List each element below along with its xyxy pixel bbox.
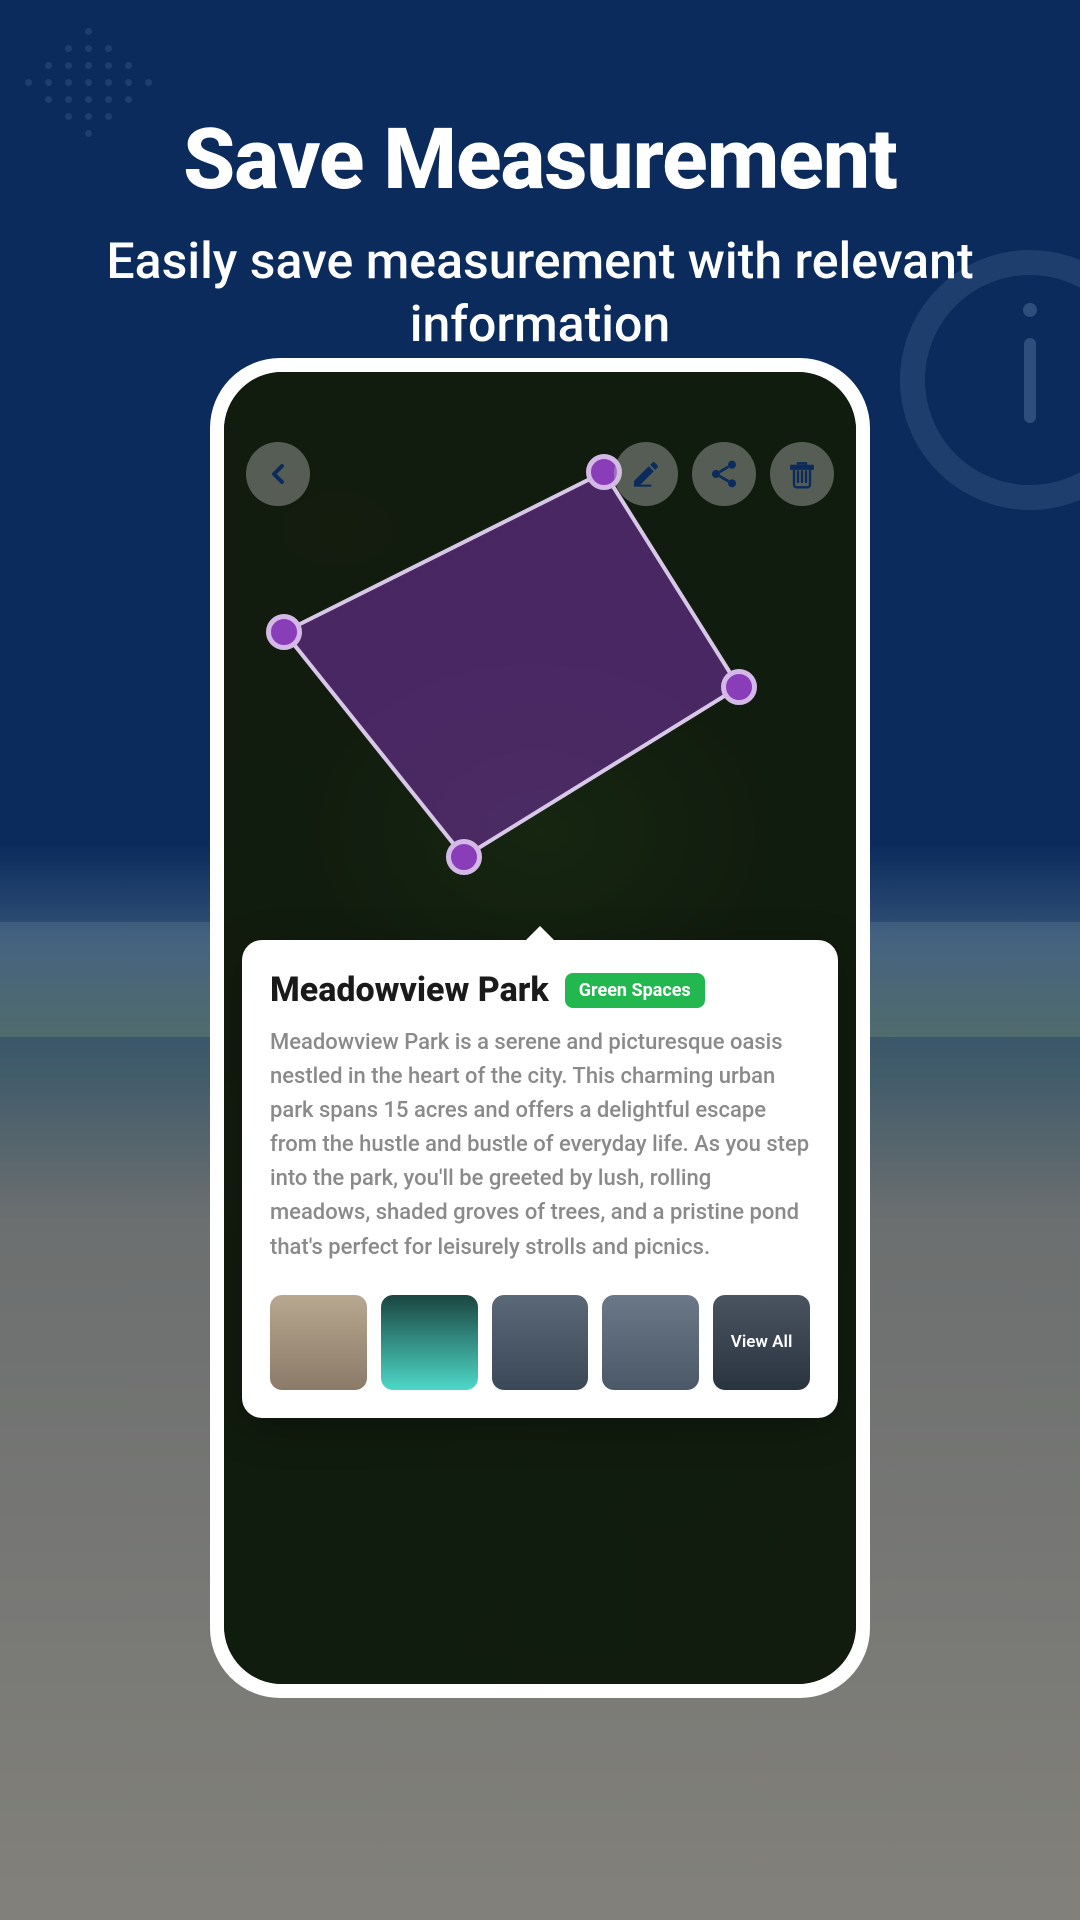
phone-frame: Meadowview Park Green Spaces Meadowview …: [210, 358, 870, 1698]
trash-icon: [786, 458, 818, 490]
category-tag[interactable]: Green Spaces: [565, 973, 705, 1008]
pencil-icon: [630, 458, 662, 490]
measurement-polygon[interactable]: [249, 457, 809, 917]
thumbnail[interactable]: [270, 1295, 367, 1390]
thumbnail[interactable]: [602, 1295, 699, 1390]
edit-button[interactable]: [614, 442, 678, 506]
card-title: Meadowview Park: [270, 970, 549, 1010]
page-subtitle: Easily save measurement with relevant in…: [0, 231, 1080, 356]
share-icon: [708, 458, 740, 490]
view-all-button[interactable]: View All: [713, 1295, 810, 1390]
thumbnail-row: View All: [270, 1295, 810, 1390]
chevron-left-icon: [262, 458, 294, 490]
heading-section: Save Measurement Easily save measurement…: [0, 0, 1080, 356]
info-card: Meadowview Park Green Spaces Meadowview …: [242, 940, 838, 1418]
phone-screen: Meadowview Park Green Spaces Meadowview …: [224, 372, 856, 1684]
polygon-handle[interactable]: [446, 839, 482, 875]
thumbnail[interactable]: [381, 1295, 478, 1390]
thumbnail[interactable]: [492, 1295, 589, 1390]
polygon-handle[interactable]: [721, 669, 757, 705]
polygon-handle[interactable]: [266, 614, 302, 650]
share-button[interactable]: [692, 442, 756, 506]
delete-button[interactable]: [770, 442, 834, 506]
back-button[interactable]: [246, 442, 310, 506]
view-all-label: View All: [731, 1332, 793, 1352]
page-title: Save Measurement: [0, 110, 1080, 209]
card-description: Meadowview Park is a serene and pictures…: [270, 1026, 810, 1265]
top-toolbar: [224, 442, 856, 506]
